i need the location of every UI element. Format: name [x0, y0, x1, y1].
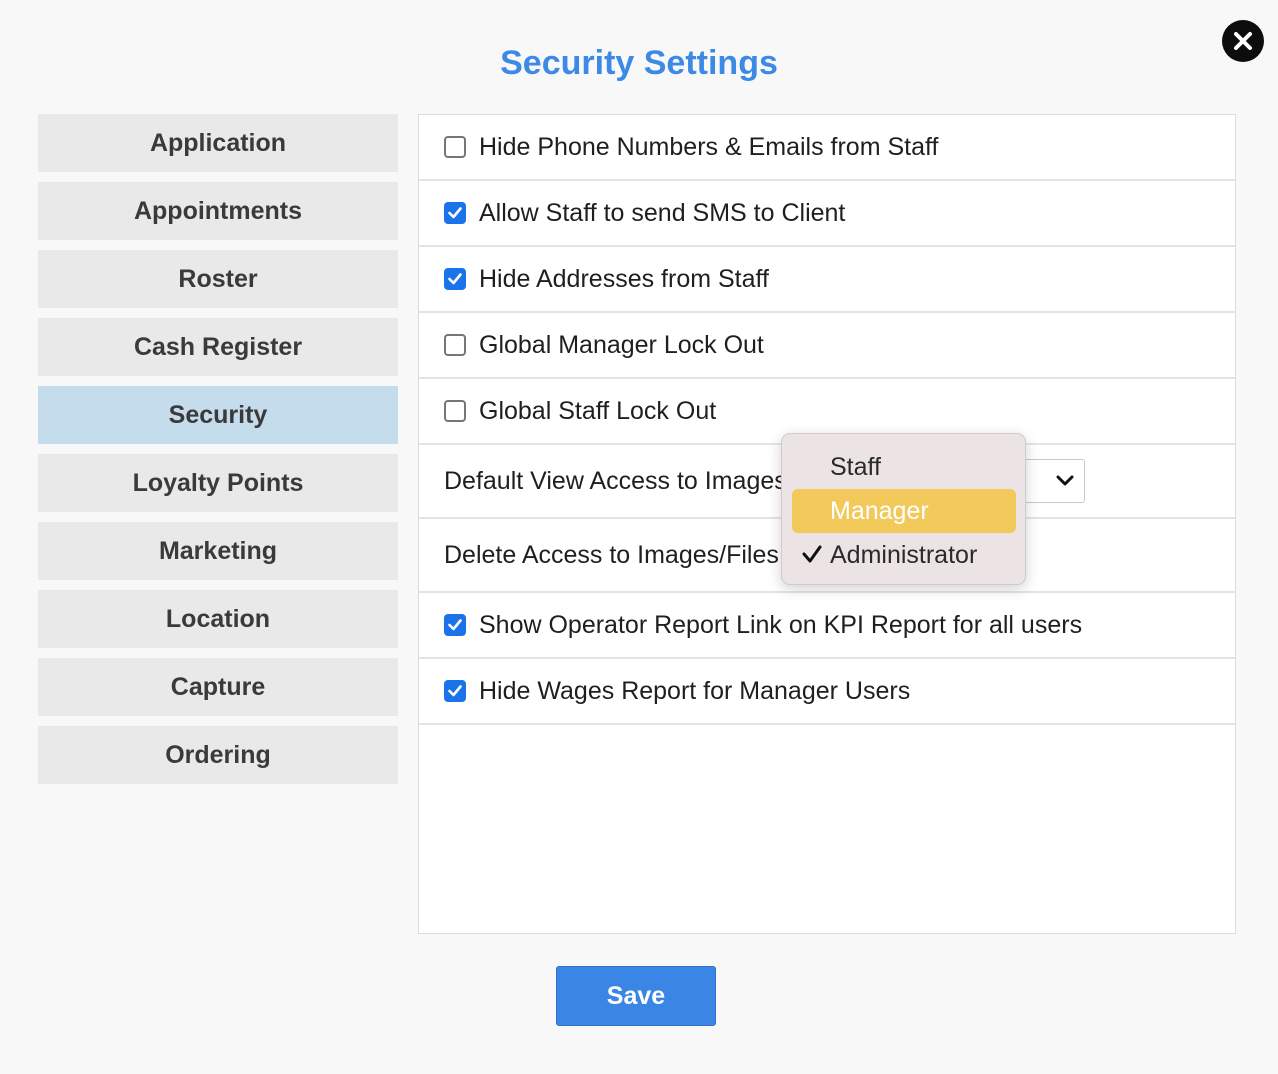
hide-wages-report-label: Hide Wages Report for Manager Users [479, 676, 911, 705]
show-operator-report-label: Show Operator Report Link on KPI Report … [479, 610, 1083, 639]
global-staff-lockout-label: Global Staff Lock Out [479, 396, 717, 425]
chevron-down-icon [1056, 475, 1074, 486]
sidebar-item-location[interactable]: Location [38, 590, 398, 648]
setting-row-hide-phone: Hide Phone Numbers & Emails from Staff [419, 115, 1235, 181]
checkmark-icon [448, 273, 462, 285]
dropdown-option-manager[interactable]: Manager [792, 489, 1016, 533]
sidebar-item-security[interactable]: Security [38, 386, 398, 444]
setting-row-hide-addresses: Hide Addresses from Staff [419, 247, 1235, 313]
sidebar-item-capture[interactable]: Capture [38, 658, 398, 716]
global-manager-lockout-checkbox[interactable] [444, 334, 466, 356]
option-label: Manager [830, 496, 929, 525]
allow-sms-checkbox[interactable] [444, 202, 466, 224]
hide-wages-report-checkbox[interactable] [444, 680, 466, 702]
dropdown-option-administrator[interactable]: Administrator [792, 533, 1016, 577]
global-manager-lockout-label: Global Manager Lock Out [479, 330, 764, 359]
hide-addresses-checkbox[interactable] [444, 268, 466, 290]
close-button[interactable] [1222, 20, 1264, 62]
settings-sidebar: Application Appointments Roster Cash Reg… [38, 114, 398, 794]
checkmark-icon [448, 619, 462, 631]
sidebar-item-cash-register[interactable]: Cash Register [38, 318, 398, 376]
hide-phone-checkbox[interactable] [444, 136, 466, 158]
allow-sms-label: Allow Staff to send SMS to Client [479, 198, 846, 227]
sidebar-item-roster[interactable]: Roster [38, 250, 398, 308]
save-button[interactable]: Save [556, 966, 716, 1026]
show-operator-report-checkbox[interactable] [444, 614, 466, 636]
page-title: Security Settings [500, 44, 778, 82]
close-icon [1234, 32, 1252, 50]
setting-row-global-manager-lockout: Global Manager Lock Out [419, 313, 1235, 379]
option-label: Staff [830, 452, 881, 481]
setting-row-show-operator-report: Show Operator Report Link on KPI Report … [419, 593, 1235, 659]
setting-row-allow-sms: Allow Staff to send SMS to Client [419, 181, 1235, 247]
access-level-dropdown-menu: Staff Manager Administrator [781, 433, 1026, 585]
checkmark-icon [448, 685, 462, 697]
option-label: Administrator [830, 540, 978, 569]
sidebar-item-loyalty-points[interactable]: Loyalty Points [38, 454, 398, 512]
sidebar-item-ordering[interactable]: Ordering [38, 726, 398, 784]
hide-phone-label: Hide Phone Numbers & Emails from Staff [479, 132, 939, 161]
hide-addresses-label: Hide Addresses from Staff [479, 264, 769, 293]
dropdown-option-staff[interactable]: Staff [792, 445, 1016, 489]
sidebar-item-appointments[interactable]: Appointments [38, 182, 398, 240]
global-staff-lockout-checkbox[interactable] [444, 400, 466, 422]
checkmark-icon [802, 545, 822, 563]
sidebar-item-marketing[interactable]: Marketing [38, 522, 398, 580]
delete-access-label: Delete Access to Images/Files [444, 540, 779, 569]
setting-row-hide-wages-report: Hide Wages Report for Manager Users [419, 659, 1235, 725]
checkmark-icon [448, 207, 462, 219]
sidebar-item-application[interactable]: Application [38, 114, 398, 172]
